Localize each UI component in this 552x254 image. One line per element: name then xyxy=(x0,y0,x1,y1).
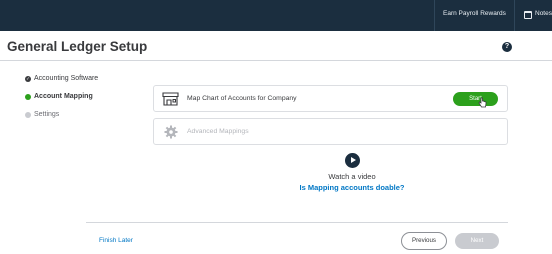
active-step-dot-icon xyxy=(25,94,31,100)
top-navigation-bar: Earn Payroll Rewards Notes xyxy=(0,0,552,31)
topbar-divider xyxy=(434,0,435,31)
card-label: Advanced Mappings xyxy=(187,128,249,135)
help-icon[interactable]: ? xyxy=(502,42,512,52)
start-button[interactable]: Start xyxy=(453,92,498,106)
earn-payroll-rewards-link[interactable]: Earn Payroll Rewards xyxy=(443,10,506,17)
storefront-icon xyxy=(162,92,179,106)
notes-icon[interactable] xyxy=(524,11,532,19)
sidebar-step-label: Accounting Software xyxy=(34,75,99,82)
previous-button[interactable]: Previous xyxy=(401,232,447,250)
sidebar-step-accounting-software[interactable]: ✓ Accounting Software xyxy=(25,75,99,82)
sidebar-step-label: Account Mapping xyxy=(34,93,93,100)
footer-divider xyxy=(86,222,508,223)
pending-step-dot-icon xyxy=(25,112,31,118)
sidebar-step-account-mapping[interactable]: Account Mapping xyxy=(25,93,93,100)
play-icon[interactable] xyxy=(345,153,360,168)
page-title: General Ledger Setup xyxy=(7,39,148,54)
finish-later-link[interactable]: Finish Later xyxy=(99,237,133,244)
header-divider xyxy=(0,60,552,61)
sidebar-step-label: Settings xyxy=(34,111,60,118)
hand-cursor-icon xyxy=(478,97,487,108)
card-label: Map Chart of Accounts for Company xyxy=(187,95,297,102)
checkmark-icon: ✓ xyxy=(25,76,31,82)
map-chart-of-accounts-card: Map Chart of Accounts for Company Start xyxy=(153,85,508,112)
video-link[interactable]: Is Mapping accounts doable? xyxy=(252,183,452,192)
notes-link[interactable]: Notes xyxy=(535,10,552,17)
topbar-divider xyxy=(514,0,515,31)
next-button[interactable]: Next xyxy=(455,233,499,249)
watch-video-caption: Watch a video xyxy=(328,172,376,181)
gear-icon xyxy=(164,125,178,139)
sidebar-step-settings[interactable]: Settings xyxy=(25,111,60,118)
advanced-mappings-card: Advanced Mappings xyxy=(153,118,508,145)
